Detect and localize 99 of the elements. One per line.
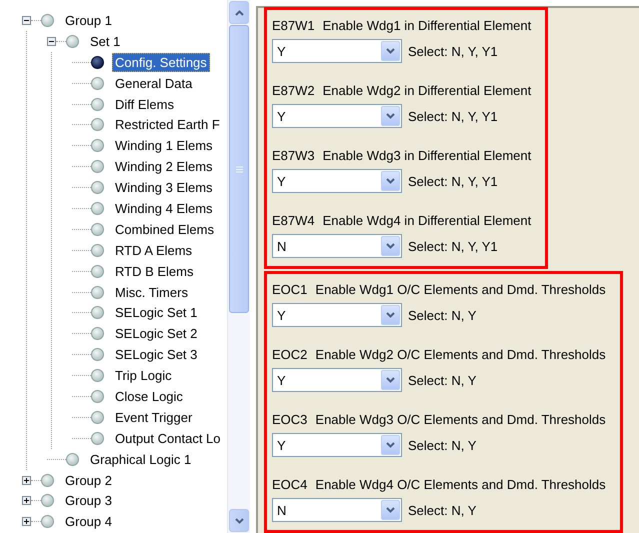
value-dropdown[interactable]: Y	[272, 433, 402, 457]
tree-item[interactable]: Group 1	[62, 10, 115, 30]
node-icon	[91, 244, 104, 257]
tree-item[interactable]: Winding 4 Elems	[112, 198, 216, 218]
node-icon	[41, 515, 54, 528]
tree-item[interactable]: Close Logic	[112, 386, 186, 406]
setting-description: Enable Wdg4 O/C Elements and Dmd. Thresholds	[315, 476, 606, 492]
tree-item[interactable]: Output Contact Lo	[112, 428, 224, 448]
node-icon	[91, 432, 104, 445]
tree-item[interactable]: RTD B Elems	[112, 262, 196, 281]
node-icon	[91, 56, 104, 69]
expand-toggle[interactable]	[22, 476, 31, 485]
setting-code: EOC1	[272, 282, 308, 296]
setting-description: Enable Wdg4 in Differential Element	[322, 212, 532, 228]
node-icon	[41, 474, 54, 487]
setting-code: E87W4	[272, 212, 315, 228]
scroll-down-icon	[234, 518, 244, 524]
setting-code: E87W3	[272, 148, 315, 162]
value-dropdown[interactable]: Y	[272, 169, 402, 193]
tree-item[interactable]: Group 3	[62, 491, 115, 510]
node-icon	[41, 494, 54, 508]
tree-item[interactable]: Config. Settings	[112, 52, 210, 72]
tree-item[interactable]: Group 2	[62, 470, 115, 490]
options-hint: Select: N, Y, Y1	[408, 238, 498, 254]
collapse-toggle[interactable]	[22, 16, 31, 25]
tree-item[interactable]: Set 1	[87, 32, 124, 51]
node-icon	[91, 348, 104, 362]
tree-item[interactable]: Event Trigger	[112, 408, 196, 427]
setting-code: EOC2	[272, 346, 308, 362]
setting-code: EOC3	[272, 412, 308, 426]
node-icon	[91, 327, 104, 340]
node-icon	[91, 306, 104, 320]
options-hint: Select: N, Y, Y1	[408, 44, 498, 58]
options-hint: Select: N, Y, Y1	[408, 174, 498, 188]
tree-item[interactable]: Combined Elems	[112, 220, 217, 239]
tree-item[interactable]: SELogic Set 1	[112, 303, 200, 322]
setting-description: Enable Wdg2 in Differential Element	[322, 82, 532, 98]
options-hint: Select: N, Y, Y1	[408, 108, 498, 124]
chevron-down-icon	[386, 113, 395, 119]
node-icon	[91, 181, 104, 194]
value-dropdown[interactable]: Y	[272, 104, 402, 128]
node-icon	[91, 286, 104, 299]
setting-description: Enable Wdg3 in Differential Element	[322, 148, 532, 162]
value-dropdown[interactable]: N	[272, 498, 402, 522]
chevron-down-icon	[386, 507, 395, 513]
setting-description: Enable Wdg2 O/C Elements and Dmd. Thresholds	[315, 346, 606, 362]
tree-item[interactable]: Winding 1 Elems	[112, 136, 216, 156]
setting-description: Enable Wdg3 O/C Elements and Dmd. Thresholds	[315, 412, 606, 426]
options-hint: Select: N, Y	[408, 438, 476, 452]
tree-item[interactable]: SELogic Set 2	[112, 324, 200, 344]
tree-item[interactable]: Misc. Timers	[112, 282, 191, 302]
node-icon	[91, 139, 104, 152]
setting-code: E87W1	[272, 18, 315, 32]
node-icon	[91, 390, 104, 403]
node-icon	[91, 76, 104, 90]
options-hint: Select: N, Y	[408, 308, 476, 322]
node-icon	[66, 34, 79, 48]
tree-item[interactable]: Trip Logic	[112, 366, 175, 386]
chevron-down-icon	[386, 48, 395, 54]
tree-item[interactable]: SELogic Set 3	[112, 345, 200, 364]
setting-description: Enable Wdg1 in Differential Element	[322, 18, 532, 32]
node-icon	[91, 410, 104, 424]
tree-item[interactable]: Graphical Logic 1	[87, 450, 194, 469]
node-icon	[91, 160, 104, 174]
chevron-down-icon	[386, 178, 395, 184]
setting-code: EOC4	[272, 476, 308, 492]
chevron-down-icon	[386, 312, 395, 318]
node-icon	[91, 98, 104, 110]
tree-item[interactable]: Diff Elems	[112, 94, 177, 114]
value-dropdown[interactable]: Y	[272, 39, 402, 63]
collapse-toggle[interactable]	[47, 36, 56, 46]
options-hint: Select: N, Y	[408, 372, 476, 388]
setting-code: E87W2	[272, 82, 315, 98]
expand-toggle[interactable]	[22, 496, 31, 506]
expand-toggle[interactable]	[22, 517, 31, 526]
node-icon	[91, 202, 104, 215]
node-icon	[91, 222, 104, 236]
scrollbar[interactable]	[227, 0, 250, 533]
tree-item[interactable]: Winding 3 Elems	[112, 178, 216, 198]
value-dropdown[interactable]: Y	[272, 368, 402, 392]
tree-item[interactable]: Winding 2 Elems	[112, 157, 216, 176]
tree-item[interactable]: Restricted Earth F	[112, 115, 223, 134]
options-hint: Select: N, Y	[408, 502, 476, 518]
chevron-down-icon	[386, 377, 395, 383]
node-icon	[41, 14, 54, 27]
chevron-down-icon	[386, 442, 395, 448]
node-icon	[91, 369, 104, 382]
chevron-down-icon	[386, 243, 395, 249]
value-dropdown[interactable]: Y	[272, 303, 402, 327]
setting-description: Enable Wdg1 O/C Elements and Dmd. Thresholds	[315, 282, 606, 296]
scroll-up-icon	[234, 10, 244, 16]
node-icon	[91, 264, 104, 278]
tree-item[interactable]: Group 4	[62, 512, 115, 532]
tree-item[interactable]: RTD A Elems	[112, 240, 196, 260]
tree-item[interactable]: General Data	[112, 74, 196, 93]
node-icon	[66, 452, 79, 466]
node-icon	[91, 118, 104, 132]
grip-icon	[236, 166, 242, 172]
value-dropdown[interactable]: N	[272, 234, 402, 258]
